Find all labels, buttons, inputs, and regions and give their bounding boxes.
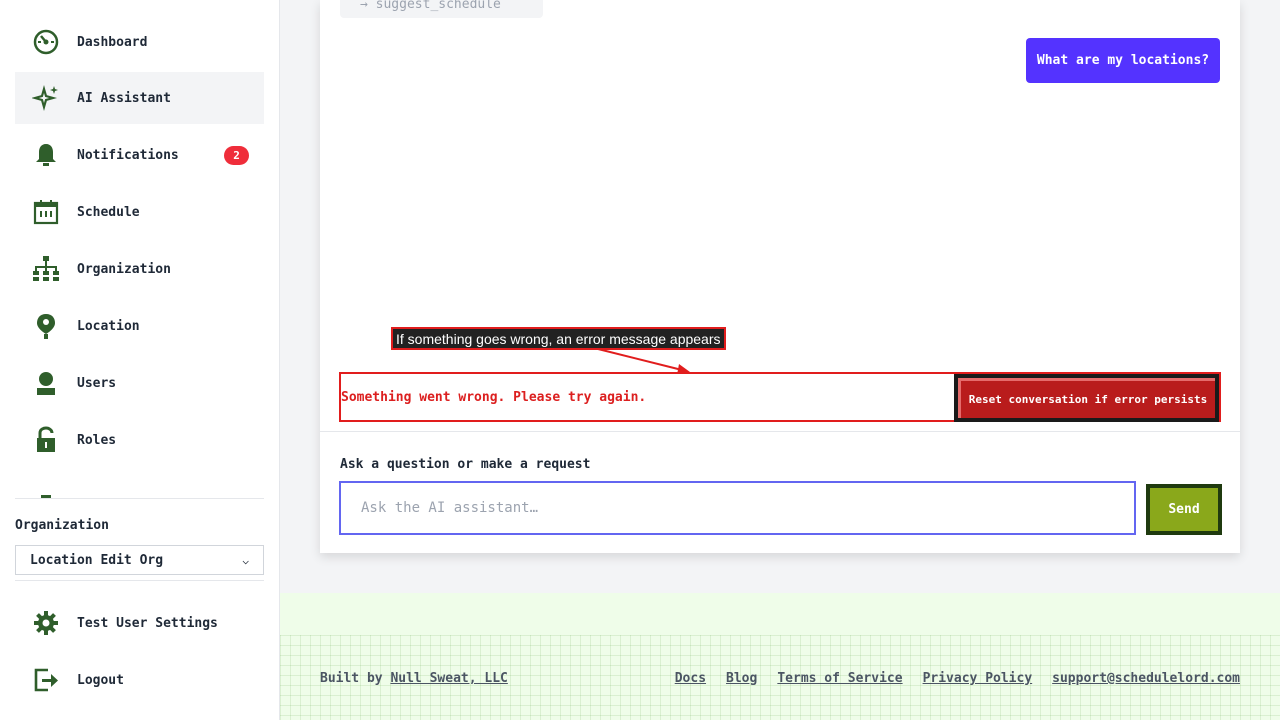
sidebar-item-label: Roles bbox=[77, 432, 117, 448]
footer: Built by Null Sweat, LLC Docs Blog Terms… bbox=[280, 635, 1280, 720]
sidebar-item-label: Location bbox=[77, 318, 140, 334]
sidebar-item-dashboard[interactable]: Dashboard bbox=[15, 16, 264, 68]
sidebar-item-location[interactable]: Location bbox=[15, 300, 264, 352]
sidebar-item-notifications[interactable]: Notifications 2 bbox=[15, 129, 264, 181]
sidebar-item-users[interactable]: Users bbox=[15, 357, 264, 409]
footer-band bbox=[280, 593, 1280, 635]
gear-icon bbox=[30, 607, 62, 639]
chat-input[interactable] bbox=[339, 481, 1136, 535]
input-divider bbox=[320, 431, 1240, 432]
sidebar-item-label: Users bbox=[77, 375, 117, 391]
reset-conversation-button[interactable]: Reset conversation if error persists bbox=[954, 374, 1219, 422]
footer-credit: Built by Null Sweat, LLC bbox=[320, 671, 508, 686]
user-message-bubble: What are my locations? bbox=[1026, 38, 1220, 83]
footer-credit-link[interactable]: Null Sweat, LLC bbox=[390, 671, 507, 686]
send-button-label: Send bbox=[1150, 488, 1218, 531]
logout-icon bbox=[30, 664, 62, 696]
error-message: Something went wrong. Please try again. bbox=[341, 389, 647, 405]
reset-conversation-label: Reset conversation if error persists bbox=[958, 378, 1215, 418]
sparkle-icon bbox=[30, 82, 62, 114]
footer-link-support-email[interactable]: support@schedulelord.com bbox=[1052, 671, 1240, 686]
chevron-down-icon: ⌵ bbox=[242, 553, 249, 567]
sidebar-item-label: Dashboard bbox=[77, 34, 148, 50]
sidebar-item-settings[interactable]: Test User Settings bbox=[15, 597, 264, 649]
organization-select[interactable]: Location Edit Org ⌵ bbox=[15, 545, 264, 575]
footer-link-docs[interactable]: Docs bbox=[675, 671, 706, 686]
sidebar-item-label: AI Assistant bbox=[77, 90, 171, 106]
footer-link-privacy[interactable]: Privacy Policy bbox=[923, 671, 1033, 686]
organization-selected-value: Location Edit Org bbox=[30, 552, 164, 568]
briefcase-icon bbox=[30, 481, 62, 498]
send-button[interactable]: Send bbox=[1146, 484, 1222, 535]
sidebar-divider bbox=[15, 580, 264, 581]
sidebar-item-label: Test User Settings bbox=[77, 615, 218, 631]
org-chart-icon bbox=[30, 253, 62, 285]
unlock-icon bbox=[30, 424, 62, 456]
sidebar-nav[interactable]: Dashboard AI Assistant Notifications 2 S… bbox=[15, 0, 264, 498]
chat-panel: → suggest_schedule What are my locations… bbox=[320, 0, 1240, 553]
bell-icon bbox=[30, 139, 62, 171]
tool-call-chip: → suggest_schedule bbox=[340, 0, 543, 18]
sidebar-item-more[interactable] bbox=[15, 471, 264, 498]
sidebar-item-logout[interactable]: Logout bbox=[15, 654, 264, 706]
footer-credit-prefix: Built by bbox=[320, 671, 383, 686]
footer-link-blog[interactable]: Blog bbox=[726, 671, 757, 686]
dashboard-icon bbox=[30, 26, 62, 58]
chat-input-label: Ask a question or make a request bbox=[340, 457, 591, 472]
error-banner: Something went wrong. Please try again. … bbox=[339, 372, 1221, 422]
sidebar-item-label: Logout bbox=[77, 672, 124, 688]
user-icon bbox=[30, 367, 62, 399]
sidebar-item-schedule[interactable]: Schedule bbox=[15, 186, 264, 238]
sidebar-item-label: Notifications bbox=[77, 147, 179, 163]
sidebar: Dashboard AI Assistant Notifications 2 S… bbox=[0, 0, 280, 720]
map-pin-icon bbox=[30, 310, 62, 342]
sidebar-item-roles[interactable]: Roles bbox=[15, 414, 264, 466]
footer-link-terms[interactable]: Terms of Service bbox=[777, 671, 902, 686]
footer-links: Docs Blog Terms of Service Privacy Polic… bbox=[675, 671, 1240, 686]
sidebar-item-ai-assistant[interactable]: AI Assistant bbox=[15, 72, 264, 124]
sidebar-item-label: Organization bbox=[77, 261, 171, 277]
sidebar-item-label: Schedule bbox=[77, 204, 140, 220]
calendar-icon bbox=[30, 196, 62, 228]
organization-label: Organization bbox=[15, 518, 109, 533]
sidebar-item-organization[interactable]: Organization bbox=[15, 243, 264, 295]
sidebar-divider bbox=[15, 498, 264, 499]
notification-count-badge: 2 bbox=[224, 146, 249, 165]
